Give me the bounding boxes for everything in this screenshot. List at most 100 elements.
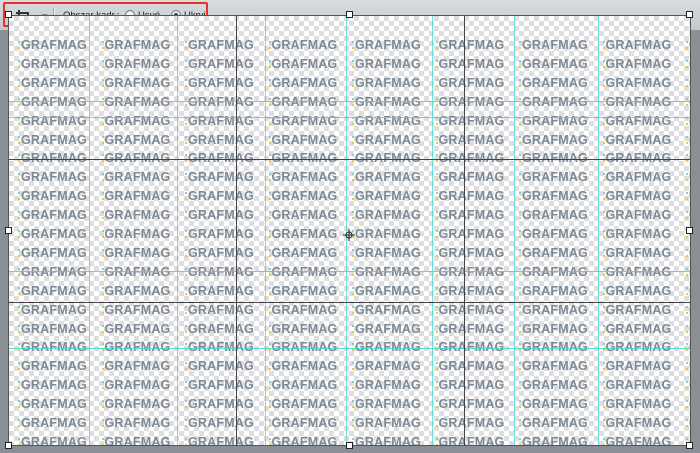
guide-vertical[interactable] (432, 16, 433, 445)
grafmag-logo: GRAFMAG (352, 397, 421, 411)
grafmag-logo: GRAFMAG (519, 246, 588, 260)
grafmag-logo: GRAFMAG (18, 359, 87, 373)
grafmag-logo: GRAFMAG (352, 227, 421, 241)
grafmag-logo: GRAFMAG (686, 76, 690, 90)
grafmag-logo: GRAFMAG (185, 284, 254, 298)
grafmag-logo: GRAFMAG (686, 189, 690, 203)
grafmag-logo: GRAFMAG (101, 38, 170, 52)
logo-row: GRAFMAG GRAFMAG GRAFMAG GRAFMAG GRAFMAG GRAFM… (18, 72, 690, 91)
grafmag-logo: GRAFMAG (101, 189, 170, 203)
grafmag-logo: GRAFMAG (101, 435, 170, 445)
grafmag-logo: GRAFMAG (268, 378, 337, 392)
grafmag-logo: GRAFMAG (185, 76, 254, 90)
crop-handle-bottom[interactable] (346, 442, 353, 449)
grafmag-logo: GRAFMAG (435, 397, 504, 411)
grafmag-logo: GRAFMAG (185, 170, 254, 184)
crop-handle-right[interactable] (686, 227, 693, 234)
grafmag-logo: GRAFMAG (352, 189, 421, 203)
grafmag-logo: GRAFMAG (519, 227, 588, 241)
grafmag-logo: GRAFMAG (18, 284, 87, 298)
crop-third-line (464, 16, 465, 445)
grafmag-logo: GRAFMAG (352, 378, 421, 392)
guide-horizontal[interactable] (9, 101, 690, 102)
grafmag-logo: GRAFMAG (602, 246, 671, 260)
grafmag-logo: GRAFMAG (435, 303, 504, 317)
grafmag-logo: GRAFMAG (519, 133, 588, 147)
grafmag-logo: GRAFMAG (18, 189, 87, 203)
grafmag-logo: GRAFMAG (185, 359, 254, 373)
grafmag-logo: GRAFMAG (268, 303, 337, 317)
grafmag-logo: GRAFMAG (686, 170, 690, 184)
grafmag-logo: GRAFMAG (519, 57, 588, 71)
crop-handle-left[interactable] (5, 227, 12, 234)
guide-vertical[interactable] (265, 16, 266, 445)
guide-horizontal[interactable] (9, 271, 690, 272)
grafmag-logo: GRAFMAG (352, 322, 421, 336)
grafmag-logo: GRAFMAG (435, 133, 504, 147)
grafmag-logo: GRAFMAG (352, 170, 421, 184)
guide-vertical[interactable] (598, 16, 599, 445)
logo-row: GRAFMAGGRAFMAGGRAFMAGGRAFMAGGRAFMAGGRAFM… (18, 393, 690, 412)
grafmag-logo: GRAFMAG (268, 189, 337, 203)
grafmag-logo: GRAFMAG (268, 416, 337, 430)
grafmag-logo: GRAFMAG (435, 76, 504, 90)
grafmag-logo: GRAFMAG (101, 208, 170, 222)
logo-row: GRAFMAG GRAFMAG GRAFMAG GRAFMAG GRAFMAG GRAFM… (18, 242, 690, 261)
grafmag-logo: GRAFMAG (268, 114, 337, 128)
guide-vertical[interactable] (177, 16, 178, 445)
grafmag-logo: GRAFMAG (185, 227, 254, 241)
guide-horizontal[interactable] (9, 348, 690, 349)
crop-handle-top-right[interactable] (686, 11, 693, 18)
guide-vertical[interactable] (89, 16, 90, 445)
grafmag-logo: GRAFMAG (101, 284, 170, 298)
grafmag-logo: GRAFMAG (18, 397, 87, 411)
grafmag-logo: GRAFMAG (18, 435, 87, 445)
grafmag-logo: GRAFMAG (352, 246, 421, 260)
grafmag-logo: GRAFMAG (519, 435, 588, 445)
grafmag-logo: GRAFMAG (519, 378, 588, 392)
logo-row: GRAFMAGGRAFMAGGRAFMAGGRAFMAGGRAFMAGGRAFM… (18, 129, 690, 148)
grafmag-logo: GRAFMAG (101, 170, 170, 184)
grafmag-logo: GRAFMAG (18, 76, 87, 90)
grafmag-logo: GRAFMAG (686, 284, 690, 298)
guide-vertical[interactable] (514, 16, 515, 445)
grafmag-logo: GRAFMAG (101, 76, 170, 90)
grafmag-logo: GRAFMAG (268, 246, 337, 260)
grafmag-logo: GRAFMAG (435, 170, 504, 184)
grafmag-logo: GRAFMAG (185, 114, 254, 128)
grafmag-logo: GRAFMAG (519, 76, 588, 90)
grafmag-logo: GRAFMAG (519, 322, 588, 336)
logo-row: GRAFMAGGRAFMAGGRAFMAGGRAFMAGGRAFMAGGRAFM… (18, 336, 690, 355)
grafmag-logo: GRAFMAG (101, 303, 170, 317)
grafmag-logo: GRAFMAG (435, 227, 504, 241)
crop-handle-bottom-left[interactable] (5, 442, 12, 449)
grafmag-logo: GRAFMAG (268, 57, 337, 71)
grafmag-logo: GRAFMAG (101, 322, 170, 336)
grafmag-logo: GRAFMAG (101, 57, 170, 71)
crop-handle-top[interactable] (346, 11, 353, 18)
grafmag-logo: GRAFMAG (18, 246, 87, 260)
grafmag-logo: GRAFMAG (602, 227, 671, 241)
grafmag-logo: GRAFMAG (602, 397, 671, 411)
logo-row: GRAFMAG GRAFMAG GRAFMAG GRAFMAG GRAFMAG GRAFM… (18, 185, 690, 204)
grafmag-logo: GRAFMAG (101, 246, 170, 260)
grafmag-logo: GRAFMAG (185, 416, 254, 430)
crop-handle-bottom-right[interactable] (686, 442, 693, 449)
grafmag-logo: GRAFMAG (686, 246, 690, 260)
grafmag-logo: GRAFMAG (185, 189, 254, 203)
grafmag-logo: GRAFMAG (519, 189, 588, 203)
grafmag-logo: GRAFMAG (435, 416, 504, 430)
grafmag-logo: GRAFMAG (686, 208, 690, 222)
grafmag-logo: GRAFMAG (602, 416, 671, 430)
grafmag-logo: GRAFMAG (18, 227, 87, 241)
logo-row: GRAFMAGGRAFMAGGRAFMAGGRAFMAGGRAFMAGGRAFM… (18, 147, 690, 166)
grafmag-logo: GRAFMAG (352, 133, 421, 147)
guide-horizontal[interactable] (9, 117, 690, 118)
grafmag-logo: GRAFMAG (602, 38, 671, 52)
crop-handle-top-left[interactable] (5, 11, 12, 18)
grafmag-logo: GRAFMAG (185, 397, 254, 411)
grafmag-logo: GRAFMAG (602, 208, 671, 222)
crop-center-icon[interactable] (343, 226, 355, 241)
grafmag-logo: GRAFMAG (18, 208, 87, 222)
grafmag-logo: GRAFMAG (519, 359, 588, 373)
